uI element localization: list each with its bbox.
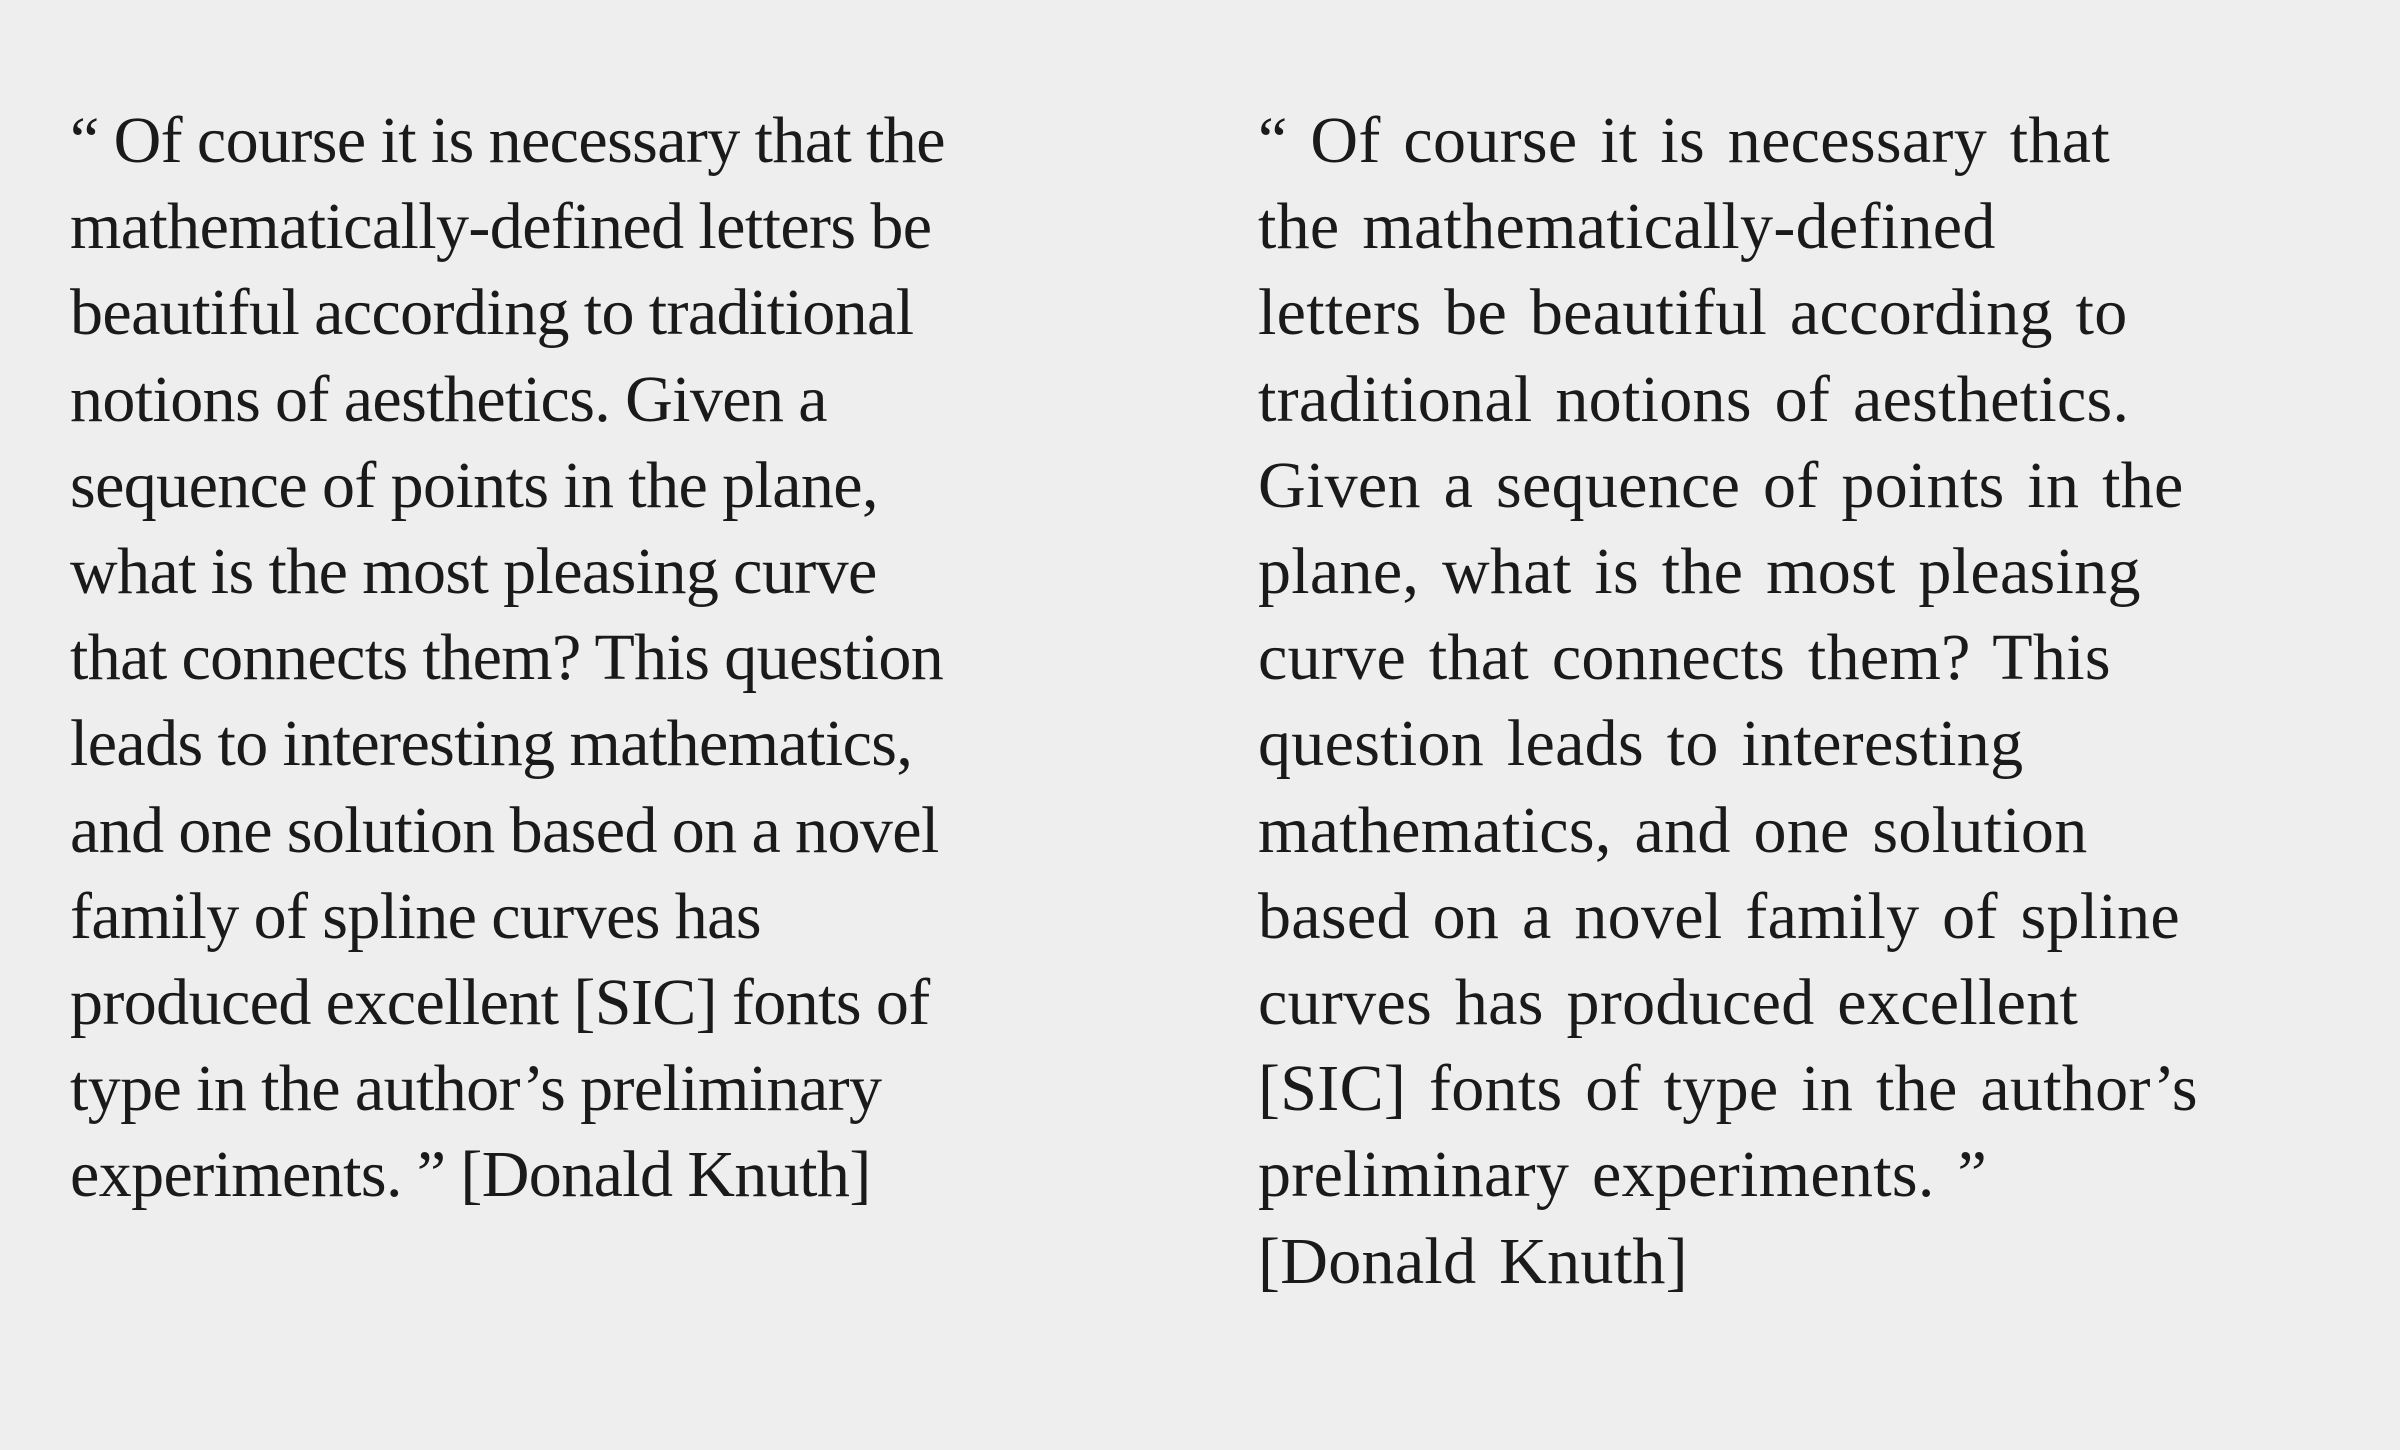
quote-line: sequence of points in the plane, bbox=[70, 448, 878, 522]
quote-line: preliminary experiments. ” bbox=[1258, 1138, 1988, 1212]
quote-line: type in the author’s preliminary bbox=[70, 1052, 882, 1126]
quote-line: question leads to interesting bbox=[1258, 707, 2024, 781]
quote-line: the mathematically-defined bbox=[1258, 190, 1996, 264]
quote-line: Given a sequence of points in the bbox=[1258, 448, 2184, 522]
quote-line: and one solution based on a novel bbox=[70, 793, 939, 867]
quote-line: that connects them? This question bbox=[70, 621, 944, 695]
quote-line: mathematically-defined letters be bbox=[70, 190, 932, 264]
quote-line: produced excellent [SIC] fonts of bbox=[70, 966, 930, 1040]
quote-line: beautiful according to traditional bbox=[70, 276, 914, 350]
quote-line: based on a novel family of spline bbox=[1258, 879, 2181, 953]
quote-line: mathematics, and one solution bbox=[1258, 793, 2088, 867]
quote-paragraph-left: “ Of course it is necessary that the mat… bbox=[70, 98, 1120, 1219]
quote-line: family of spline curves has bbox=[70, 879, 762, 953]
quote-line: letters be beautiful according to bbox=[1258, 276, 2128, 350]
quote-attribution-line: experiments. ” [Donald Knuth] bbox=[70, 1138, 871, 1212]
quote-line: leads to interesting mathematics, bbox=[70, 707, 913, 781]
quote-line: [SIC] fonts of type in the author’s bbox=[1258, 1052, 2198, 1126]
quote-line: traditional notions of aesthetics. bbox=[1258, 362, 2130, 436]
quote-line: notions of aesthetics. Given a bbox=[70, 362, 828, 436]
quote-line: curves has produced excellent bbox=[1258, 966, 2079, 1040]
quote-line: what is the most pleasing curve bbox=[70, 535, 877, 609]
quote-line: “ Of course it is necessary that bbox=[1258, 104, 2110, 177]
quote-paragraph-right: “ Of course it is necessary that the mat… bbox=[1258, 98, 2348, 1305]
quote-attribution-line: [Donald Knuth] bbox=[1258, 1224, 1688, 1298]
quote-line: plane, what is the most pleasing bbox=[1258, 535, 2141, 609]
quote-line: curve that connects them? This bbox=[1258, 621, 2111, 695]
quote-line: “ Of course it is necessary that the bbox=[70, 104, 946, 177]
